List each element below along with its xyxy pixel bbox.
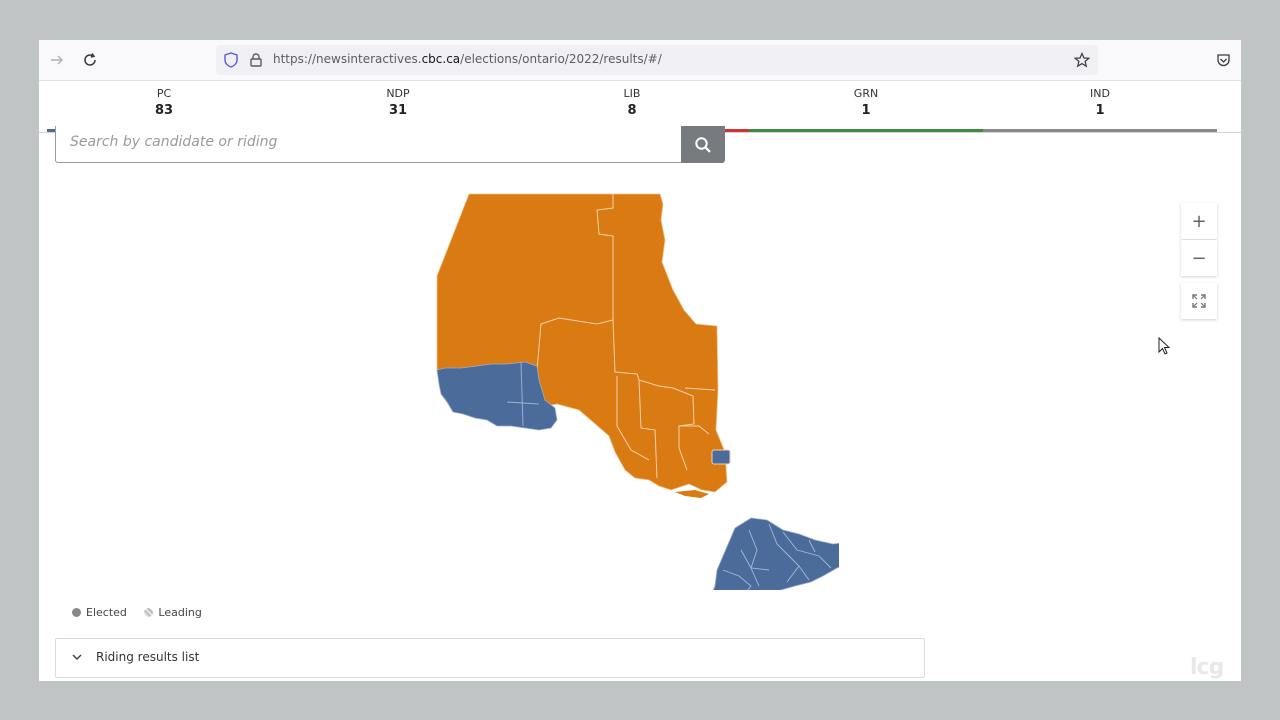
search-icon <box>695 136 711 153</box>
url-prefix: https://newsinteractives. <box>273 52 422 66</box>
bookmark-star-icon[interactable] <box>1074 52 1090 68</box>
mouse-cursor-icon <box>1158 337 1170 355</box>
party-color-line <box>749 129 983 132</box>
zoom-in-button[interactable]: + <box>1181 203 1217 239</box>
party-abbr: LIB <box>623 87 641 100</box>
party-lib: LIB 8 <box>515 81 749 132</box>
party-seat-count: 1 <box>861 103 871 118</box>
party-seat-count: 83 <box>154 103 174 118</box>
party-abbr: PC <box>156 87 172 100</box>
party-grn: GRN 1 <box>749 81 983 132</box>
url-domain: cbc.ca <box>421 52 461 66</box>
map-legend: Elected Leading <box>72 606 216 620</box>
chevron-down-icon <box>72 654 82 661</box>
fullscreen-button[interactable] <box>1181 283 1217 319</box>
search-input[interactable] <box>68 131 672 153</box>
forward-arrow-icon <box>51 55 63 65</box>
party-abbr: IND <box>1090 87 1110 100</box>
forward-button[interactable] <box>47 50 67 70</box>
browser-window: https://newsinteractives.cbc.ca/election… <box>39 40 1241 681</box>
filled-dot-icon <box>72 608 81 617</box>
party-seat-count: 31 <box>388 103 408 118</box>
party-seat-count: 8 <box>627 103 637 118</box>
legend-elected: Elected <box>72 606 127 619</box>
map-riding-pc-timmins[interactable] <box>711 449 731 465</box>
map-riding-ndp-sault[interactable] <box>675 490 709 498</box>
party-abbr: NDP <box>386 87 410 100</box>
url-text: https://newsinteractives.cbc.ca/election… <box>273 52 662 66</box>
url-bar[interactable]: https://newsinteractives.cbc.ca/election… <box>216 45 1098 75</box>
party-ndp: NDP 31 <box>281 81 515 132</box>
browser-toolbar: https://newsinteractives.cbc.ca/election… <box>39 40 1241 81</box>
pocket-icon[interactable] <box>1216 53 1231 68</box>
party-abbr: GRN <box>853 87 879 100</box>
watermark-logo: lcg <box>1190 655 1224 680</box>
reload-button[interactable] <box>80 50 100 70</box>
legend-leading-label: Leading <box>158 606 202 619</box>
ontario-riding-map[interactable] <box>379 190 839 590</box>
lock-icon <box>250 53 262 67</box>
legend-elected-label: Elected <box>86 606 127 619</box>
reload-icon <box>84 53 96 66</box>
zoom-out-button[interactable]: − <box>1181 240 1217 276</box>
search-button[interactable] <box>681 126 725 163</box>
party-seat-count: 1 <box>1095 103 1105 118</box>
plus-icon: + <box>1191 210 1207 232</box>
search-box <box>55 126 683 163</box>
shield-icon <box>224 52 238 68</box>
party-pc: PC 83 <box>47 81 281 132</box>
riding-results-label: Riding results list <box>96 650 200 664</box>
party-ind: IND 1 <box>983 81 1217 132</box>
legend-leading: Leading <box>144 606 202 619</box>
riding-results-accordion[interactable]: Riding results list <box>55 638 925 678</box>
map-region-pc-south[interactable] <box>697 517 839 590</box>
expand-icon <box>1192 294 1206 308</box>
map-region-ndp-north[interactable] <box>436 193 728 493</box>
party-color-line <box>983 129 1217 132</box>
hatched-dot-icon <box>144 608 154 617</box>
minus-icon: − <box>1191 247 1207 269</box>
url-path: /elections/ontario/2022/results/#/ <box>460 52 662 66</box>
